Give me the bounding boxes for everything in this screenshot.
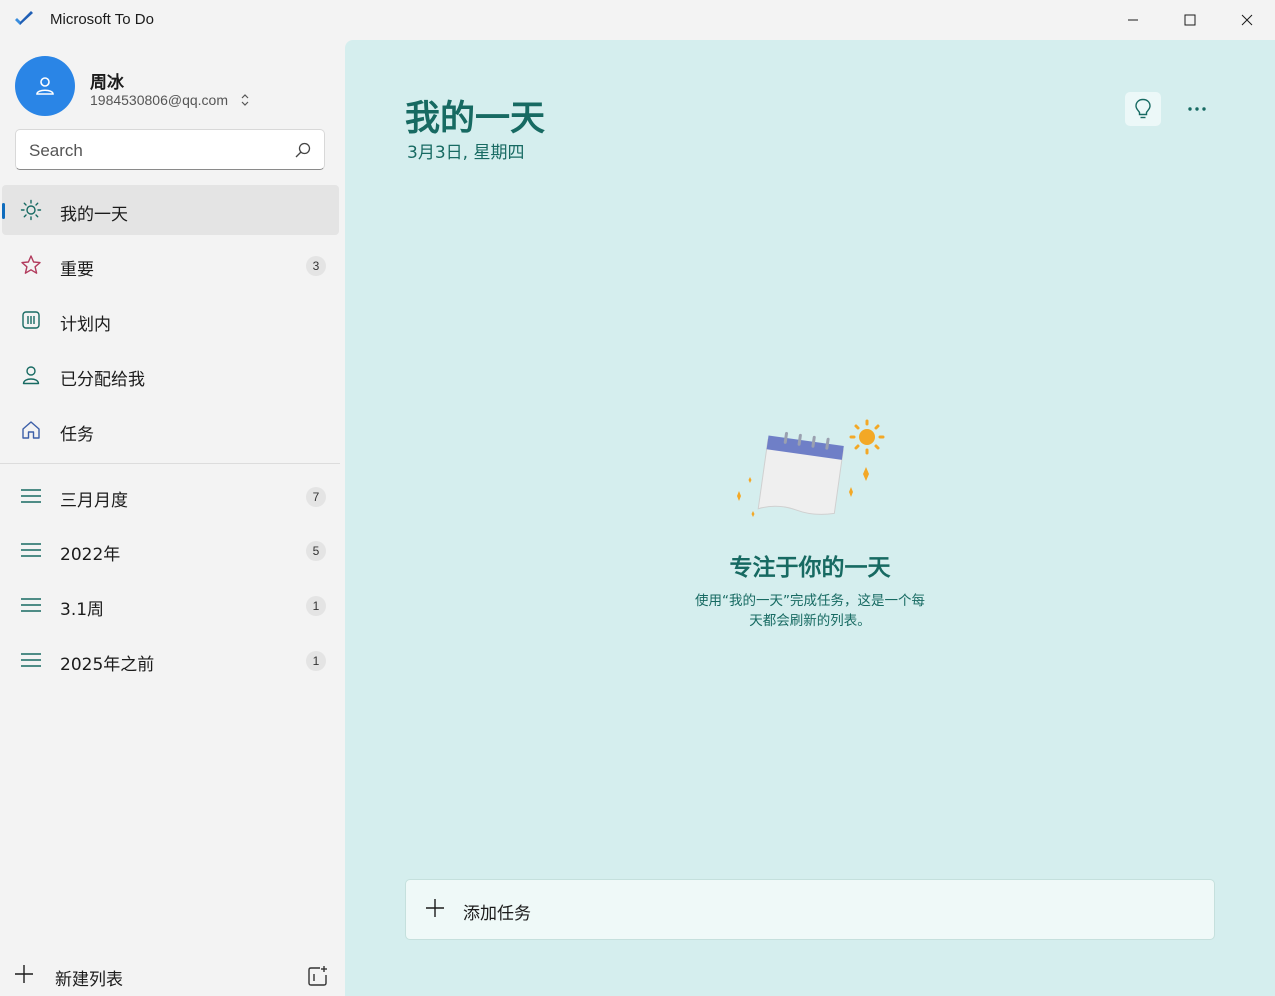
list-item[interactable]: 3.1周 1 [0,580,340,630]
person-icon [36,77,54,95]
add-task-placeholder: 添加任务 [463,904,531,924]
plus-icon [15,965,33,983]
search-placeholder: Search [29,141,83,160]
avatar[interactable] [15,56,75,116]
account-email[interactable]: 1984530806@qq.com [90,92,228,108]
active-indicator [2,203,5,219]
sidebar: 周冰 1984530806@qq.com Search 我的一天 重要 3 计划… [0,40,345,996]
chevron-up-down-icon[interactable] [240,93,250,107]
plus-icon [426,899,444,917]
title-bar: Microsoft To Do [0,0,1275,40]
sidebar-item-my-day[interactable]: 我的一天 [2,185,339,235]
suggestions-button[interactable] [1125,92,1161,126]
search-input[interactable]: Search [15,129,325,170]
sidebar-item-label: 任务 [60,425,94,445]
sidebar-item-important[interactable]: 重要 3 [0,240,340,290]
list-icon [21,489,41,503]
sidebar-item-label: 计划内 [60,315,111,335]
minimize-icon [1127,19,1138,21]
maximize-icon [1184,14,1195,26]
list-item-label: 三月月度 [60,491,128,511]
page-title: 我的一天 [405,99,546,139]
sidebar-item-planned[interactable]: 计划内 [0,295,340,345]
maximize-button[interactable] [1161,0,1218,40]
add-task-input[interactable]: 添加任务 [405,879,1215,940]
list-icon [21,598,41,612]
sidebar-item-label: 我的一天 [60,205,128,225]
count-badge: 1 [306,596,326,616]
empty-state-title: 专注于你的一天 [729,555,891,581]
count-badge: 3 [306,256,326,276]
list-item-label: 2025年之前 [60,655,155,675]
minimize-button[interactable] [1104,0,1161,40]
more-options-button[interactable] [1179,92,1215,126]
empty-state-description-line: 使用“我的一天”完成任务，这是一个每 [695,593,925,609]
count-badge: 5 [306,541,326,561]
count-badge: 1 [306,651,326,671]
calendar-grid-icon [22,311,40,329]
close-icon [1241,14,1252,26]
list-item[interactable]: 2022年 5 [0,525,340,575]
sidebar-item-label: 已分配给我 [60,370,145,390]
list-icon [21,543,41,557]
count-badge: 7 [306,487,326,507]
app-title: Microsoft To Do [50,11,154,28]
account-name[interactable]: 周冰 [90,68,124,93]
lightbulb-icon [1135,98,1151,119]
page-date: 3月3日, 星期四 [407,143,525,163]
main-panel: 我的一天 3月3日, 星期四 专注于你的一天 使用“我的一天”完成任务，这是一个… [345,40,1275,996]
new-list-label: 新建列表 [55,970,123,990]
new-group-icon[interactable] [307,965,329,987]
new-list-button[interactable]: 新建列表 [0,955,340,996]
list-item[interactable]: 三月月度 7 [0,471,340,521]
person-icon [22,366,40,385]
divider [0,463,340,464]
app-logo-icon [15,11,33,25]
search-icon[interactable] [294,141,312,159]
list-item-label: 3.1周 [60,600,105,620]
home-icon [22,421,40,439]
star-icon [21,255,41,274]
sidebar-item-tasks[interactable]: 任务 [0,405,340,455]
list-icon [21,653,41,667]
list-item-label: 2022年 [60,545,121,565]
empty-state-description-line: 天都会刷新的列表。 [749,613,871,629]
empty-state-description: 使用“我的一天”完成任务，这是一个每 天都会刷新的列表。 [680,591,940,631]
sun-icon [20,199,42,221]
sidebar-item-assigned[interactable]: 已分配给我 [0,350,340,400]
sidebar-item-label: 重要 [60,260,94,280]
more-icon [1188,107,1206,111]
list-item[interactable]: 2025年之前 1 [0,635,340,685]
close-button[interactable] [1218,0,1275,40]
calendar-sun-illustration [737,419,885,517]
